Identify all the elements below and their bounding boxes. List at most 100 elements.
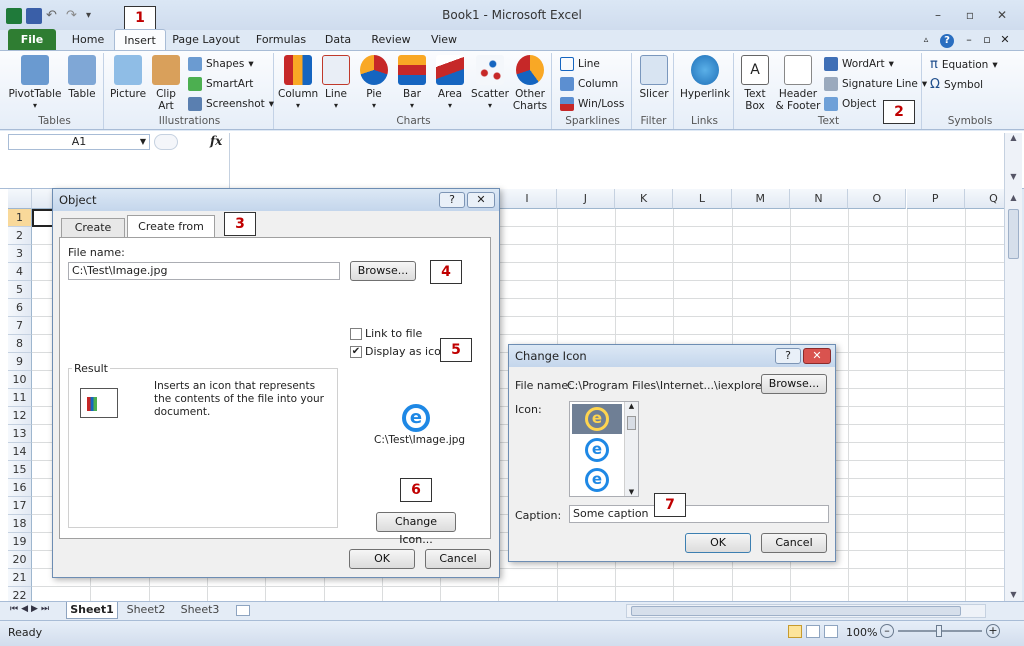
- zoom-slider-thumb[interactable]: [936, 625, 942, 637]
- icon-option[interactable]: e: [585, 468, 609, 492]
- dialog-help-icon[interactable]: ?: [439, 192, 465, 208]
- table-button[interactable]: Table: [64, 55, 100, 100]
- pivottable-button[interactable]: PivotTable ▾: [8, 55, 62, 112]
- close-icon[interactable]: ✕: [994, 8, 1010, 22]
- wb-restore-icon[interactable]: ▫: [980, 29, 994, 51]
- pie-chart-button[interactable]: Pie ▾: [356, 55, 392, 112]
- column-header[interactable]: J: [556, 189, 615, 209]
- display-as-icon-checkbox[interactable]: ✔: [350, 346, 362, 358]
- column-header[interactable]: K: [615, 189, 674, 209]
- row-header[interactable]: 22: [8, 587, 32, 601]
- zoom-in-icon[interactable]: +: [986, 624, 1000, 638]
- change-icon-close-icon[interactable]: ✕: [803, 348, 831, 364]
- ci-ok-button[interactable]: OK: [685, 533, 751, 553]
- zoom-out-icon[interactable]: –: [880, 624, 894, 638]
- hyperlink-button[interactable]: Hyperlink: [678, 55, 732, 100]
- browse-button[interactable]: Browse...: [350, 261, 416, 281]
- row-header[interactable]: 5: [8, 281, 32, 299]
- wordart-button[interactable]: WordArt ▾: [824, 57, 894, 71]
- change-icon-help-icon[interactable]: ?: [775, 348, 801, 364]
- sheet-nav-icon[interactable]: ⏮◀▶⏭: [10, 604, 52, 614]
- sheet-tab-1[interactable]: Sheet1: [66, 602, 118, 619]
- row-header[interactable]: 19: [8, 533, 32, 551]
- symbol-button[interactable]: Ω Symbol: [930, 77, 983, 92]
- column-header[interactable]: P: [906, 189, 965, 209]
- column-header[interactable]: O: [848, 189, 907, 209]
- bar-chart-button[interactable]: Bar ▾: [394, 55, 430, 112]
- wb-close-icon[interactable]: ✕: [998, 29, 1012, 51]
- horizontal-scrollbar[interactable]: [626, 604, 986, 618]
- insert-sheet-icon[interactable]: [236, 605, 250, 616]
- row-header[interactable]: 15: [8, 461, 32, 479]
- tab-home[interactable]: Home: [66, 29, 110, 51]
- screenshot-button[interactable]: Screenshot ▾: [188, 97, 274, 111]
- sheet-tab-3[interactable]: Sheet3: [174, 602, 226, 619]
- link-to-file-checkbox[interactable]: [350, 328, 362, 340]
- row-header[interactable]: 3: [8, 245, 32, 263]
- header-footer-button[interactable]: Header & Footer: [774, 55, 822, 112]
- row-header[interactable]: 17: [8, 497, 32, 515]
- sparkline-line-button[interactable]: Line: [560, 57, 600, 71]
- row-header[interactable]: 16: [8, 479, 32, 497]
- fx-icon[interactable]: fx: [210, 134, 222, 148]
- tab-insert[interactable]: Insert: [114, 29, 166, 51]
- smartart-button[interactable]: SmartArt: [188, 77, 253, 91]
- page-layout-view-icon[interactable]: [806, 625, 820, 638]
- object-button[interactable]: Object: [824, 97, 876, 111]
- row-header[interactable]: 10: [8, 371, 32, 389]
- column-header[interactable]: M: [731, 189, 790, 209]
- row-header[interactable]: 9: [8, 353, 32, 371]
- formula-input[interactable]: [229, 133, 1004, 189]
- icon-option[interactable]: e: [585, 438, 609, 462]
- help-icon[interactable]: ?: [938, 29, 956, 51]
- tab-create-new[interactable]: Create New: [61, 218, 125, 252]
- column-header[interactable]: I: [498, 189, 557, 209]
- icon-list[interactable]: e e e ▲ ▼: [569, 401, 639, 497]
- row-header[interactable]: 4: [8, 263, 32, 281]
- vertical-scrollbar[interactable]: ▲ ▼: [1004, 189, 1022, 601]
- select-all-corner[interactable]: [8, 189, 32, 209]
- clipart-button[interactable]: Clip Art: [150, 55, 182, 112]
- maximize-icon[interactable]: ▫: [962, 8, 978, 22]
- shapes-button[interactable]: Shapes ▾: [188, 57, 254, 71]
- wb-minimize-icon[interactable]: –: [962, 29, 976, 51]
- formula-scrollbar[interactable]: ▲ ▼: [1004, 133, 1022, 189]
- equation-button[interactable]: π Equation ▾: [930, 57, 998, 72]
- row-header[interactable]: 21: [8, 569, 32, 587]
- column-header[interactable]: L: [673, 189, 732, 209]
- line-chart-button[interactable]: Line ▾: [318, 55, 354, 112]
- tab-data[interactable]: Data: [318, 29, 358, 51]
- column-header[interactable]: Q: [964, 189, 1004, 209]
- picture-button[interactable]: Picture: [108, 55, 148, 100]
- name-box[interactable]: A1 ▼: [8, 134, 150, 150]
- tab-file[interactable]: File: [8, 29, 56, 51]
- tab-view[interactable]: View: [424, 29, 464, 51]
- object-ok-button[interactable]: OK: [349, 549, 415, 569]
- tab-page-layout[interactable]: Page Layout: [172, 29, 240, 51]
- row-header[interactable]: 18: [8, 515, 32, 533]
- zoom-level[interactable]: 100%: [846, 626, 877, 639]
- row-header[interactable]: 8: [8, 335, 32, 353]
- sparkline-winloss-button[interactable]: Win/Loss: [560, 97, 624, 111]
- formula-bar-splitter[interactable]: [154, 134, 178, 150]
- tab-create-from-file[interactable]: Create from File: [127, 215, 215, 255]
- scatter-chart-button[interactable]: Scatter ▾: [470, 55, 510, 112]
- row-header[interactable]: 14: [8, 443, 32, 461]
- tab-formulas[interactable]: Formulas: [252, 29, 310, 51]
- other-charts-button[interactable]: Other Charts: [510, 55, 550, 112]
- change-icon-button[interactable]: Change Icon...: [376, 512, 456, 546]
- tab-review[interactable]: Review: [366, 29, 416, 51]
- sheet-tab-2[interactable]: Sheet2: [120, 602, 172, 619]
- slicer-button[interactable]: Slicer: [636, 55, 672, 100]
- icon-list-scrollbar[interactable]: ▲ ▼: [624, 402, 638, 496]
- row-header[interactable]: 2: [8, 227, 32, 245]
- area-chart-button[interactable]: Area ▾: [432, 55, 468, 112]
- vertical-scroll-thumb[interactable]: [1008, 209, 1019, 259]
- column-header[interactable]: N: [789, 189, 849, 209]
- row-header[interactable]: 20: [8, 551, 32, 569]
- horizontal-scroll-thumb[interactable]: [631, 606, 961, 616]
- signature-line-button[interactable]: Signature Line ▾: [824, 77, 927, 91]
- sparkline-column-button[interactable]: Column: [560, 77, 618, 91]
- ci-browse-button[interactable]: Browse...: [761, 374, 827, 394]
- dialog-close-icon[interactable]: ✕: [467, 192, 495, 208]
